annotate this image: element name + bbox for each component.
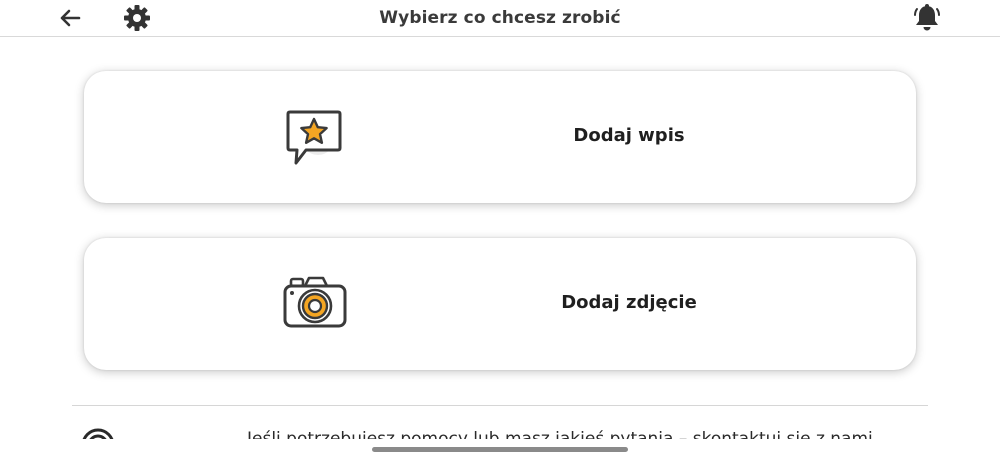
home-indicator[interactable] [372, 447, 628, 452]
star-speech-bubble-icon [286, 110, 342, 165]
divider [72, 405, 928, 406]
help-text: Jeśli potrzebujesz pomocy lub masz jakie… [247, 429, 873, 439]
help-circle-icon [82, 428, 114, 439]
camera-icon [283, 276, 347, 328]
page-title: Wybierz co chcesz zrobić [379, 8, 621, 28]
notifications-button[interactable] [911, 2, 943, 34]
add-photo-label: Dodaj zdjęcie [561, 292, 697, 313]
add-entry-label: Dodaj wpis [573, 125, 685, 146]
top-bar: Wybierz co chcesz zrobić [0, 0, 1000, 37]
bell-icon [914, 4, 940, 31]
add-photo-card[interactable]: Dodaj zdjęcie [84, 238, 916, 370]
help-contact-row[interactable]: Jeśli potrzebujesz pomocy lub masz jakie… [72, 407, 928, 439]
add-entry-card[interactable]: Dodaj wpis [84, 71, 916, 203]
